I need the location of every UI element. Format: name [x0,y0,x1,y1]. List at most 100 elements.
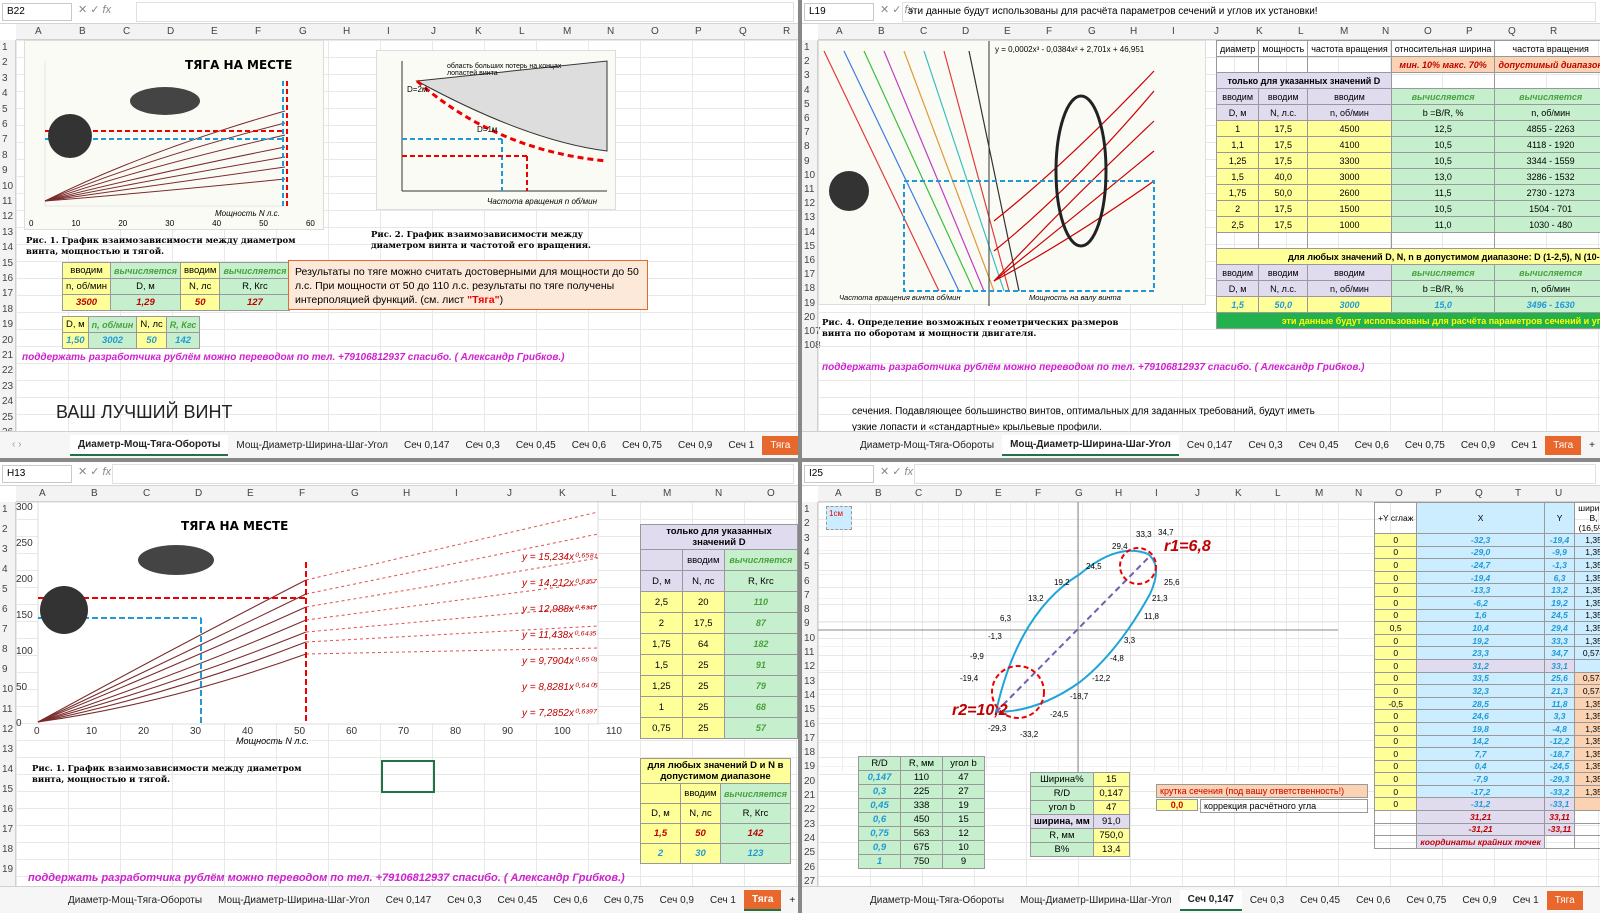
row-header-10[interactable]: 10 [804,633,815,644]
sheet-tab[interactable]: Сеч 0,147 [1179,436,1240,455]
row-header-12[interactable]: 12 [804,198,815,209]
sheet-tab[interactable]: Сеч 0,3 [457,436,507,455]
row-header-16[interactable]: 16 [804,719,815,730]
row-header-15[interactable]: 15 [2,258,13,269]
row-header-15[interactable]: 15 [804,704,815,715]
column-header-L[interactable]: L [519,26,525,37]
name-box[interactable]: H13 [2,465,72,483]
row-header-3[interactable]: 3 [2,73,8,84]
tab-scroll-icon[interactable]: ‹ › [12,439,21,450]
row-header-19[interactable]: 19 [2,864,13,875]
value-cell[interactable]: 30 [680,843,721,864]
column-header-C[interactable]: C [920,26,927,37]
smooth-cell[interactable]: 0 [1373,671,1418,686]
data-cell[interactable]: 17,5 [1258,152,1309,169]
cell-grid[interactable]: ТЯГА НА МЕСТЕ Мощность N л.с. 0 10 20 30 40 5… [16,40,798,431]
sheet-tab[interactable]: Сеч 0,45 [1292,891,1348,910]
data-cell[interactable]: 1 [1215,120,1260,137]
row-header-3[interactable]: 3 [804,70,810,81]
column-header-M[interactable]: M [1315,488,1323,499]
row-header-18[interactable]: 18 [804,747,815,758]
sheet-tab[interactable]: Сеч 0,6 [545,891,595,910]
row-header-13[interactable]: 13 [2,744,13,755]
cell-grid[interactable]: y = 0,0002x³ - 0,0384x² + 2,701x + 46,95… [818,40,1600,431]
sheet-tab[interactable]: Сеч 0,9 [1453,436,1503,455]
row-header-6[interactable]: 6 [2,119,8,130]
column-header-B[interactable]: B [878,26,885,37]
sheet-tab[interactable]: Диаметр-Мощ-Тяга-Обороты [862,891,1012,910]
column-header-E[interactable]: E [247,488,254,499]
formula-input[interactable] [914,464,1596,484]
row-header-6[interactable]: 6 [804,113,810,124]
smooth-cell[interactable]: 0 [1373,759,1418,774]
sheet-tab[interactable]: Сеч 0,3 [439,891,489,910]
data-cell[interactable]: 50,0 [1258,184,1309,201]
sheet-tab[interactable]: Сеч 0,75 [1397,436,1453,455]
row-header-2[interactable]: 2 [2,524,8,535]
param-value[interactable]: 15 [1092,772,1130,787]
smooth-cell[interactable]: 0 [1373,608,1418,623]
smooth-cell[interactable]: 0 [1373,721,1418,736]
smooth-cell[interactable]: 0 [1373,558,1418,572]
row-header-18[interactable]: 18 [804,283,815,294]
sheet-tab[interactable]: Сеч 0,147 [396,436,457,455]
row-header-25[interactable]: 25 [804,847,815,858]
sheet-tab[interactable]: Сеч 0,45 [508,436,564,455]
sheet-tab[interactable]: Диаметр-Мощ-Тяга-Обороты [852,436,1002,455]
sheet-tab[interactable]: Сеч 0,9 [1454,891,1504,910]
smooth-cell[interactable]: 0 [1373,784,1418,799]
column-header-B[interactable]: B [79,26,86,37]
sheet-tab[interactable]: Сеч 0,147 [378,891,439,910]
smooth-cell[interactable]: 0 [1373,709,1418,723]
column-header-E[interactable]: E [211,26,218,37]
row-header-16[interactable]: 16 [2,804,13,815]
row-header-23[interactable]: 23 [804,819,815,830]
row-header-21[interactable]: 21 [2,350,13,361]
data-cell[interactable]: 17,5 [1258,200,1309,217]
column-header-G[interactable]: G [1088,26,1096,37]
sheet-tab[interactable]: Тяга [1546,891,1583,910]
row-header-7[interactable]: 7 [804,590,810,601]
row-header-21[interactable]: 21 [804,790,815,801]
column-header-I[interactable]: I [387,26,390,37]
column-header-F[interactable]: F [1046,26,1052,37]
column-header-N[interactable]: N [1355,488,1362,499]
row-header-16[interactable]: 16 [2,273,13,284]
power-input[interactable]: 25 [681,696,725,718]
smooth-cell[interactable]: -0,5 [1373,696,1418,711]
row-header-6[interactable]: 6 [804,576,810,587]
column-header-R[interactable]: R [783,26,790,37]
column-header-G[interactable]: G [1075,488,1083,499]
smooth-cell[interactable]: 0 [1373,734,1418,749]
data-cell[interactable]: 2,5 [1215,216,1260,233]
input-power[interactable]: 50 [136,332,167,349]
row-header-14[interactable]: 14 [2,242,13,253]
name-box[interactable]: I25 [804,465,874,483]
data-cell[interactable]: 40,0 [1258,168,1309,185]
row-header-15[interactable]: 15 [2,784,13,795]
column-header-L[interactable]: L [1275,488,1281,499]
row-header-9[interactable]: 9 [2,165,8,176]
sheet-tab[interactable]: Сеч 0,6 [1348,891,1398,910]
data-cell[interactable]: 1,5 [1215,168,1260,185]
smooth-cell[interactable]: 0 [1373,595,1418,610]
row-header-14[interactable]: 14 [804,690,815,701]
smooth-cell[interactable]: 0,5 [1373,621,1418,635]
row-header-14[interactable]: 14 [2,764,13,775]
row-header-8[interactable]: 8 [804,604,810,615]
data-cell[interactable]: 4100 [1307,136,1392,153]
column-header-P[interactable]: P [1466,26,1473,37]
column-header-I[interactable]: I [1155,488,1158,499]
column-header-O[interactable]: O [1424,26,1432,37]
smooth-cell[interactable]: 0 [1373,772,1418,786]
sheet-tab[interactable]: Тяга [1545,436,1582,455]
smooth-cell[interactable]: 0 [1373,658,1418,673]
name-box[interactable]: L19 [804,3,874,21]
column-header-E[interactable]: E [1004,26,1011,37]
column-header-D[interactable]: D [195,488,202,499]
any-value[interactable]: 50,0 [1258,296,1309,313]
fx-icon[interactable]: ✕ ✓ fx [78,3,111,16]
any-value[interactable]: 3000 [1307,296,1392,313]
sheet-tab[interactable]: Тяга [762,436,798,455]
row-header-22[interactable]: 22 [804,804,815,815]
